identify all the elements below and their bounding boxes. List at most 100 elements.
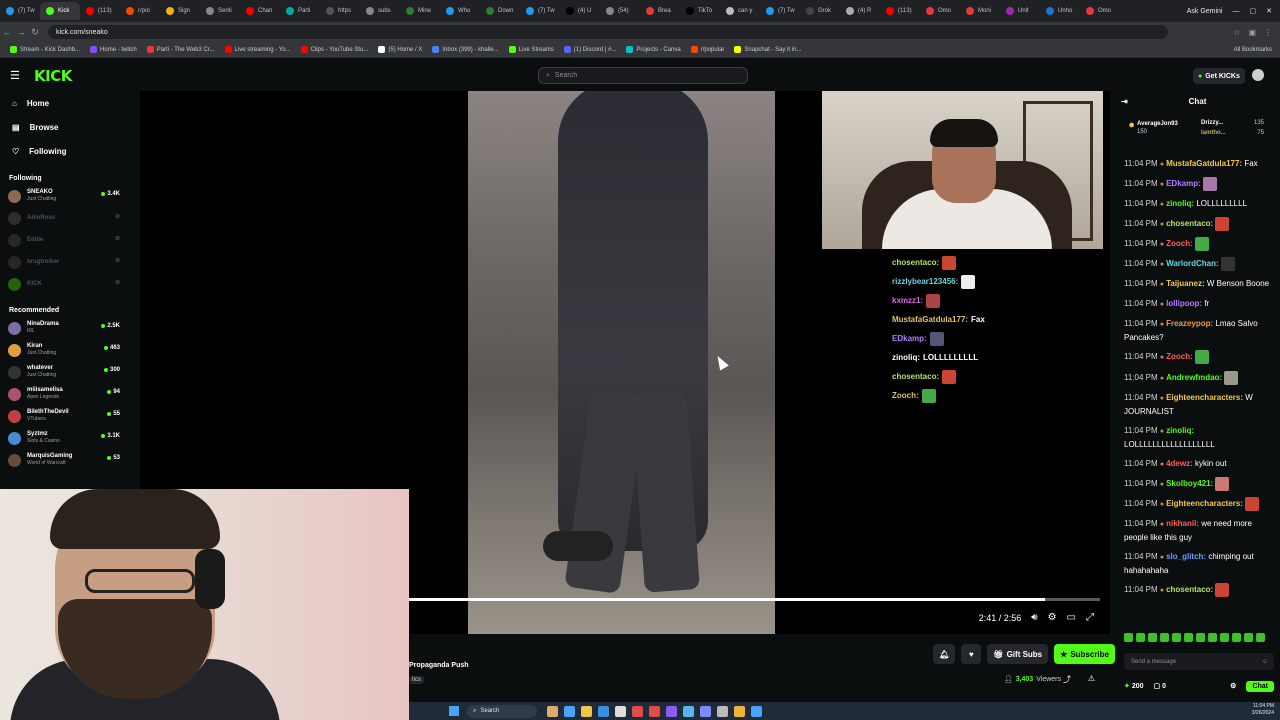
- ask-gemini-button[interactable]: Ask Gemini: [1187, 8, 1223, 15]
- sidebar-channel-ninadrama[interactable]: NinaDrama IRL 2.5K: [0, 317, 130, 339]
- collapse-chat-icon[interactable]: ⇥: [1121, 91, 1128, 113]
- taskbar-app-icon[interactable]: [632, 705, 643, 717]
- report-icon[interactable]: ⚠: [1088, 674, 1095, 683]
- message-user[interactable]: nikhanil:: [1166, 519, 1199, 528]
- message-user[interactable]: zinoliq:: [1166, 426, 1194, 435]
- message-user[interactable]: Zooch:: [1166, 353, 1193, 362]
- top-gifter-name[interactable]: AverageJon93: [1137, 121, 1178, 127]
- reload-icon[interactable]: ↻: [28, 27, 42, 38]
- message-user[interactable]: lollipoop:: [1166, 299, 1202, 308]
- gifter-2-name[interactable]: Drizzy...: [1201, 120, 1223, 126]
- windows-start-icon[interactable]: [449, 706, 459, 716]
- message-user[interactable]: MustafaGatdula177:: [1166, 159, 1242, 168]
- browser-tab[interactable]: (4) U: [560, 2, 600, 20]
- taskbar-app-icon[interactable]: [615, 705, 626, 717]
- sidebar-channel-bileththedevil[interactable]: BilethTheDevil VTubers 55: [0, 405, 130, 427]
- browser-tab[interactable]: Kick: [40, 2, 80, 20]
- bookmark-item[interactable]: r/popular: [690, 46, 724, 53]
- emote-icon[interactable]: [1244, 633, 1253, 642]
- sidebar-channel-adinross[interactable]: AdinRoss ⊘: [0, 207, 130, 229]
- forward-icon[interactable]: →: [14, 27, 28, 37]
- sidebar-channel-marquisgaming[interactable]: MarquisGaming World of Warcraft 53: [0, 449, 130, 471]
- hamburger-menu-icon[interactable]: ☰: [10, 69, 26, 82]
- extensions-icon[interactable]: ▣: [1248, 28, 1256, 37]
- message-user[interactable]: Eighteencharacters:: [1166, 393, 1243, 402]
- emote-icon[interactable]: [1220, 633, 1229, 642]
- taskbar-app-icon[interactable]: [751, 705, 762, 717]
- minimize-icon[interactable]: —: [1233, 8, 1240, 15]
- sidebar-channel-miiisamelisa[interactable]: miiisamelisa Apex Legends 94: [0, 383, 130, 405]
- bookmark-item[interactable]: (5) Home / X: [378, 46, 422, 53]
- browser-tab[interactable]: Chan: [240, 2, 280, 20]
- browser-tab[interactable]: Omo: [1080, 2, 1120, 20]
- chrome-icon[interactable]: [734, 705, 745, 717]
- browser-tab[interactable]: (54): [600, 2, 640, 20]
- browser-tab[interactable]: Who: [440, 2, 480, 20]
- message-user[interactable]: Skolboy421:: [1166, 479, 1213, 488]
- browser-tab[interactable]: Grok: [800, 2, 840, 20]
- message-user[interactable]: WarlordChan:: [1166, 259, 1219, 268]
- settings-gear-icon[interactable]: ⚙: [1048, 612, 1057, 623]
- kick-logo[interactable]: KICK: [34, 67, 72, 85]
- gift-subs-button[interactable]: 🎁︎ Gift Subs: [987, 644, 1049, 664]
- browser-tab[interactable]: Mine: [400, 2, 440, 20]
- close-icon[interactable]: ✕: [1266, 7, 1272, 15]
- message-user[interactable]: Freazeypop:: [1166, 319, 1213, 328]
- emote-icon[interactable]: [1196, 633, 1205, 642]
- sidebar-nav-following[interactable]: ♡ Following: [0, 139, 130, 163]
- browser-tab[interactable]: Parti: [280, 2, 320, 20]
- notification-bell-button[interactable]: 🔔︎: [933, 644, 956, 664]
- bookmark-item[interactable]: Live streaming - Yo...: [224, 46, 291, 53]
- taskbar-app-icon[interactable]: [649, 705, 660, 717]
- browser-tab[interactable]: Down: [480, 2, 520, 20]
- sidebar-channel-brugtroiber[interactable]: brugtroiber ⊘: [0, 251, 130, 273]
- all-bookmarks-button[interactable]: All Bookmarks: [1234, 47, 1280, 53]
- url-field[interactable]: kick.com/sneako: [48, 25, 1168, 39]
- bookmark-item[interactable]: Projects - Canva: [626, 46, 681, 53]
- message-user[interactable]: chosentaco:: [1166, 585, 1213, 594]
- back-icon[interactable]: ←: [0, 27, 14, 37]
- emoji-picker-icon[interactable]: ☺: [1262, 659, 1268, 665]
- taskbar-app-icon[interactable]: [683, 705, 694, 717]
- browser-tab[interactable]: subs: [360, 2, 400, 20]
- emote-icon[interactable]: [1160, 633, 1169, 642]
- edge-icon[interactable]: [598, 705, 609, 717]
- browser-tab[interactable]: Senti: [200, 2, 240, 20]
- message-user[interactable]: chosentaco:: [1166, 219, 1213, 228]
- browser-tab[interactable]: Brea: [640, 2, 680, 20]
- sidebar-nav-home[interactable]: ⌂ Home: [0, 91, 130, 115]
- message-user[interactable]: slo_glitch:: [1166, 552, 1206, 561]
- browser-tab[interactable]: (4) R: [840, 2, 880, 20]
- fullscreen-icon[interactable]: ⤢: [1086, 612, 1094, 623]
- emote-icon[interactable]: [1184, 633, 1193, 642]
- browser-tab[interactable]: Moni: [960, 2, 1000, 20]
- bookmark-item[interactable]: (1) Discord | #...: [563, 46, 616, 53]
- sidebar-nav-browse[interactable]: ▤ Browse: [0, 115, 130, 139]
- emote-icon[interactable]: [1124, 633, 1133, 642]
- browser-tab[interactable]: Sign: [160, 2, 200, 20]
- chat-settings-icon[interactable]: ⚙: [1230, 682, 1236, 690]
- send-chat-button[interactable]: Chat: [1246, 680, 1274, 692]
- menu-icon[interactable]: ⋮: [1264, 28, 1272, 37]
- browser-tab[interactable]: (7) Tw: [760, 2, 800, 20]
- taskbar-app-icon[interactable]: [564, 705, 575, 717]
- sidebar-channel-kiran[interactable]: Kiran Just Chatting 463: [0, 339, 130, 361]
- emote-icon[interactable]: [1136, 633, 1145, 642]
- message-user[interactable]: Andrewfmdao:: [1166, 373, 1222, 382]
- bookmark-star-icon[interactable]: ☆: [1233, 28, 1240, 37]
- sidebar-channel-sneako[interactable]: SNEAKO Just Chatting 3.4K: [0, 185, 130, 207]
- get-kicks-button[interactable]: ● Get KICKs: [1193, 68, 1245, 84]
- sidebar-channel-syztmz[interactable]: Syztmz Slots & Casino 3.1K: [0, 427, 130, 449]
- bookmark-item[interactable]: Snapchat - Say it in...: [734, 46, 801, 53]
- file-explorer-icon[interactable]: [581, 705, 592, 717]
- taskbar-clock[interactable]: 11:04 PM 3/26/2024: [1252, 703, 1274, 717]
- browser-tab[interactable]: (7) Tw: [520, 2, 560, 20]
- browser-tab[interactable]: (113): [880, 2, 920, 20]
- taskbar-search[interactable]: ⌕ Search: [467, 704, 537, 718]
- emote-icon[interactable]: [1208, 633, 1217, 642]
- user-avatar[interactable]: [1252, 69, 1264, 81]
- taskbar-app-icon[interactable]: [547, 705, 558, 717]
- taskbar-app-icon[interactable]: [717, 705, 728, 717]
- share-icon[interactable]: ⤴: [1063, 674, 1071, 685]
- browser-tab[interactable]: Unho: [1040, 2, 1080, 20]
